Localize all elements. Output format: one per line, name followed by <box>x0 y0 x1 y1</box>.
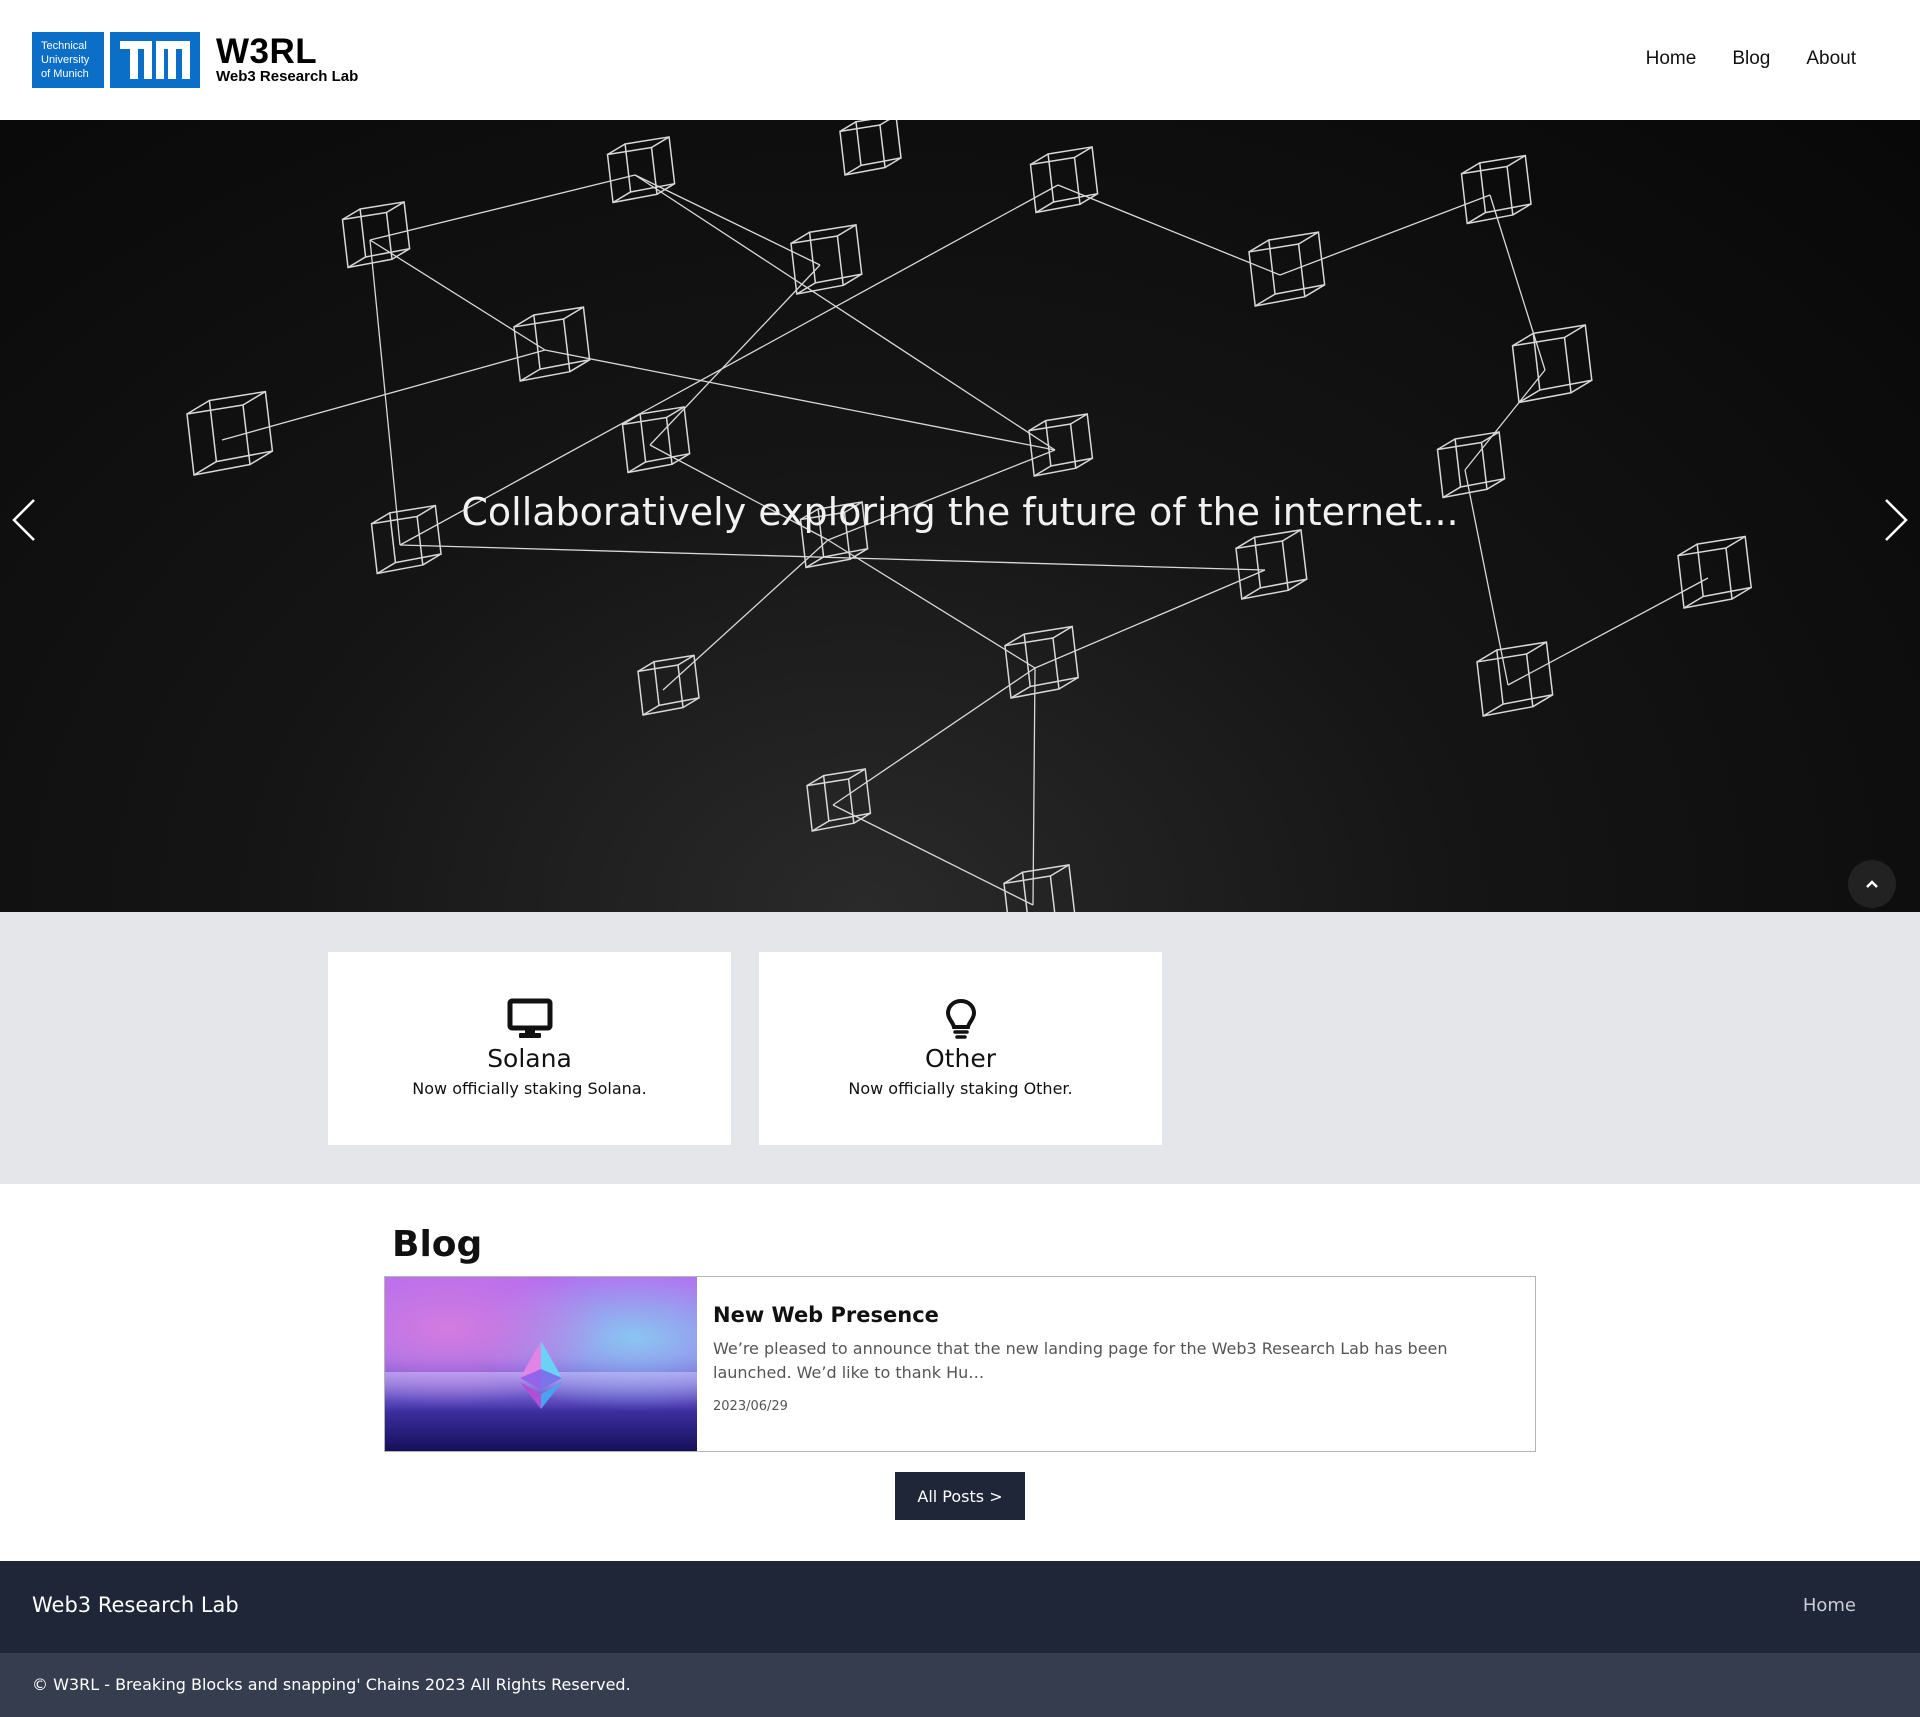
chevron-left-icon <box>12 499 35 541</box>
chevron-right-icon <box>1885 499 1908 541</box>
cube-block <box>806 768 872 832</box>
feature-title: Solana <box>487 1044 572 1073</box>
network-link <box>369 174 636 241</box>
cube-block <box>1248 231 1326 307</box>
lab-short-name: W3RL <box>216 32 318 71</box>
blog-post-card[interactable]: New Web Presence We’re pleased to announ… <box>384 1276 1536 1452</box>
footer-copyright-bar: © W3RL - Breaking Blocks and snapping' C… <box>0 1653 1920 1717</box>
cube-block <box>1511 324 1593 404</box>
network-link <box>832 804 1034 906</box>
university-line-1: Technical <box>41 40 87 52</box>
cube-block <box>1028 413 1094 477</box>
network-link <box>1034 569 1266 669</box>
lab-name: W3RL Web3 Research Lab <box>216 32 359 85</box>
hero-caption: Collaboratively exploring the future of … <box>461 490 1459 534</box>
network-link <box>827 539 1036 669</box>
university-line-2: University <box>41 54 90 66</box>
hero-carousel: Collaboratively exploring the future of … <box>0 120 1920 912</box>
site-footer: Web3 Research Lab Home <box>0 1561 1920 1653</box>
tum-logo-icon <box>110 32 200 88</box>
features-section: Solana Now officially staking Solana. Ot… <box>0 912 1920 1184</box>
cube-block <box>1004 625 1080 699</box>
footer-brand: Web3 Research Lab <box>32 1593 239 1617</box>
lab-full-name: Web3 Research Lab <box>216 68 359 85</box>
network-link <box>399 544 1266 571</box>
network-link <box>832 667 1036 806</box>
ethereum-icon <box>520 1341 562 1409</box>
monitor-icon <box>328 998 731 1040</box>
feature-card-other: Other Now officially staking Other. <box>759 952 1162 1145</box>
university-line-3: of Munich <box>41 68 89 80</box>
post-excerpt: We’re pleased to announce that the new l… <box>713 1339 1448 1382</box>
site-logo[interactable]: Technical University of Munich W3RL Web3… <box>32 32 358 88</box>
tum-wordmark: Technical University of Munich <box>32 32 104 88</box>
cube-block <box>1235 528 1308 600</box>
cube-block <box>1029 146 1099 214</box>
nav-home-link[interactable]: Home <box>1646 48 1697 70</box>
network-link <box>221 349 546 441</box>
chevron-up-icon <box>1866 880 1878 888</box>
cube-block <box>606 136 676 204</box>
all-posts-button[interactable]: All Posts > <box>895 1472 1025 1520</box>
nav-about-link[interactable]: About <box>1806 48 1856 70</box>
carousel-prev-button[interactable] <box>6 490 46 550</box>
cube-block <box>513 306 591 382</box>
blog-section: Blog New Web Presence We’re pleased to a… <box>0 1184 1920 1561</box>
carousel-next-button[interactable] <box>1874 490 1914 550</box>
copyright-text: © W3RL - Breaking Blocks and snapping' C… <box>32 1675 631 1694</box>
blog-heading: Blog <box>392 1224 483 1265</box>
scroll-to-top-button[interactable] <box>1848 860 1896 908</box>
feature-text: Now officially staking Other. <box>848 1079 1073 1098</box>
network-link <box>649 264 821 446</box>
post-body: New Web Presence We’re pleased to announ… <box>697 1277 1535 1451</box>
lightbulb-icon <box>759 998 1162 1040</box>
network-link <box>1279 194 1491 276</box>
network-link <box>1057 184 1281 276</box>
main-nav: Home Blog About <box>1646 48 1856 70</box>
cube-block <box>621 406 691 474</box>
network-link <box>1464 369 1546 471</box>
cube-block <box>839 120 902 176</box>
network-link <box>1489 194 1546 371</box>
feature-text: Now officially staking Solana. <box>412 1079 647 1098</box>
network-link <box>1507 577 1709 686</box>
feature-card-solana: Solana Now officially staking Solana. <box>328 952 731 1145</box>
nav-blog-link[interactable]: Blog <box>1732 48 1770 70</box>
post-thumbnail <box>385 1277 697 1451</box>
cube-block <box>1003 863 1076 912</box>
network-link <box>1032 667 1036 906</box>
cube-block <box>1476 641 1554 717</box>
network-link <box>662 539 829 691</box>
cube-block <box>186 390 274 476</box>
site-header: Technical University of Munich W3RL Web3… <box>0 0 1920 120</box>
post-title[interactable]: New Web Presence <box>713 1303 1519 1327</box>
cube-block <box>1436 431 1506 499</box>
cube-block <box>341 201 411 269</box>
post-date: 2023/06/29 <box>713 1399 788 1414</box>
feature-title: Other <box>925 1044 996 1073</box>
footer-home-link[interactable]: Home <box>1803 1595 1856 1616</box>
cube-block <box>1677 535 1753 609</box>
